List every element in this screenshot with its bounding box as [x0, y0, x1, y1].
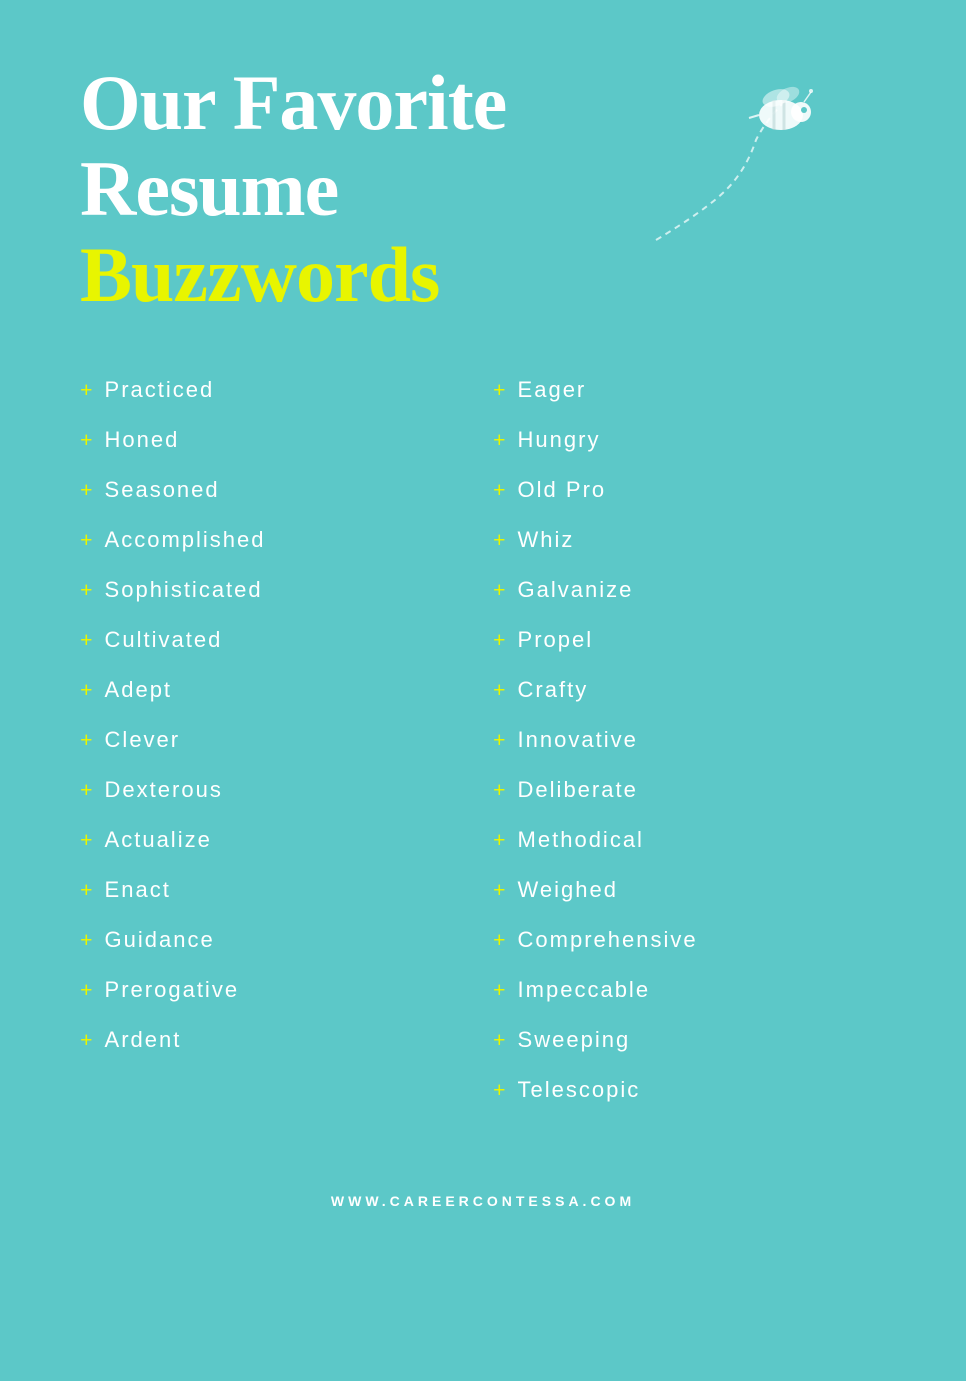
- word-label: Crafty: [518, 677, 589, 703]
- list-item: + Old Pro: [493, 467, 886, 513]
- list-item: + Impeccable: [493, 967, 886, 1013]
- word-label: Clever: [105, 727, 181, 753]
- list-item: + Crafty: [493, 667, 886, 713]
- word-label: Methodical: [518, 827, 644, 853]
- plus-icon: +: [493, 679, 506, 701]
- word-label: Practiced: [105, 377, 215, 403]
- plus-icon: +: [80, 679, 93, 701]
- plus-icon: +: [493, 629, 506, 651]
- word-label: Impeccable: [518, 977, 651, 1003]
- word-label: Seasoned: [105, 477, 220, 503]
- list-item: + Hungry: [493, 417, 886, 463]
- list-item: + Eager: [493, 367, 886, 413]
- list-item: + Adept: [80, 667, 473, 713]
- list-item: + Galvanize: [493, 567, 886, 613]
- header: Our Favorite Resume Buzzwords: [80, 60, 886, 317]
- list-item: + Prerogative: [80, 967, 473, 1013]
- plus-icon: +: [493, 929, 506, 951]
- plus-icon: +: [493, 479, 506, 501]
- list-item: + Practiced: [80, 367, 473, 413]
- list-item: + Sophisticated: [80, 567, 473, 613]
- page: Our Favorite Resume Buzzwords: [0, 0, 966, 1381]
- plus-icon: +: [493, 379, 506, 401]
- footer: WWW.CAREERCONTESSA.COM: [80, 1173, 886, 1211]
- footer-url: WWW.CAREERCONTESSA.COM: [331, 1193, 635, 1209]
- plus-icon: +: [80, 479, 93, 501]
- list-item: + Cultivated: [80, 617, 473, 663]
- bee-decoration: [626, 70, 826, 270]
- word-label: Cultivated: [105, 627, 223, 653]
- plus-icon: +: [80, 379, 93, 401]
- word-label: Whiz: [518, 527, 575, 553]
- word-label: Guidance: [105, 927, 215, 953]
- word-label: Galvanize: [518, 577, 634, 603]
- list-item: + Accomplished: [80, 517, 473, 563]
- list-item: + Ardent: [80, 1017, 473, 1063]
- word-label: Ardent: [105, 1027, 182, 1053]
- word-label: Eager: [518, 377, 587, 403]
- list-item: + Telescopic: [493, 1067, 886, 1113]
- plus-icon: +: [493, 529, 506, 551]
- list-item: + Methodical: [493, 817, 886, 863]
- word-label: Telescopic: [518, 1077, 641, 1103]
- list-item: + Comprehensive: [493, 917, 886, 963]
- word-label: Hungry: [518, 427, 601, 453]
- word-label: Honed: [105, 427, 180, 453]
- word-label: Weighed: [518, 877, 618, 903]
- word-label: Accomplished: [105, 527, 266, 553]
- list-item: + Seasoned: [80, 467, 473, 513]
- plus-icon: +: [80, 879, 93, 901]
- word-label: Sweeping: [518, 1027, 631, 1053]
- plus-icon: +: [80, 979, 93, 1001]
- plus-icon: +: [80, 629, 93, 651]
- word-label: Prerogative: [105, 977, 240, 1003]
- list-item: + Actualize: [80, 817, 473, 863]
- plus-icon: +: [80, 529, 93, 551]
- title-line3: Buzzwords: [80, 232, 439, 318]
- list-item: + Propel: [493, 617, 886, 663]
- list-item: + Sweeping: [493, 1017, 886, 1063]
- word-label: Adept: [105, 677, 173, 703]
- word-label: Innovative: [518, 727, 638, 753]
- plus-icon: +: [493, 979, 506, 1001]
- plus-icon: +: [80, 429, 93, 451]
- list-item: + Deliberate: [493, 767, 886, 813]
- plus-icon: +: [493, 429, 506, 451]
- list-item: + Dexterous: [80, 767, 473, 813]
- plus-icon: +: [80, 929, 93, 951]
- right-column: + Eager + Hungry + Old Pro + Whiz + Galv…: [493, 367, 886, 1113]
- word-label: Deliberate: [518, 777, 638, 803]
- list-item: + Clever: [80, 717, 473, 763]
- plus-icon: +: [493, 779, 506, 801]
- word-label: Propel: [518, 627, 594, 653]
- plus-icon: +: [493, 1079, 506, 1101]
- list-item: + Guidance: [80, 917, 473, 963]
- word-label: Enact: [105, 877, 171, 903]
- word-label: Actualize: [105, 827, 212, 853]
- plus-icon: +: [493, 579, 506, 601]
- plus-icon: +: [493, 1029, 506, 1051]
- plus-icon: +: [80, 779, 93, 801]
- plus-icon: +: [80, 729, 93, 751]
- list-item: + Honed: [80, 417, 473, 463]
- plus-icon: +: [80, 829, 93, 851]
- plus-icon: +: [80, 579, 93, 601]
- plus-icon: +: [493, 879, 506, 901]
- word-label: Dexterous: [105, 777, 223, 803]
- word-label: Comprehensive: [518, 927, 698, 953]
- word-label: Old Pro: [518, 477, 607, 503]
- list-item: + Whiz: [493, 517, 886, 563]
- word-columns: + Practiced + Honed + Seasoned + Accompl…: [80, 367, 886, 1113]
- plus-icon: +: [493, 729, 506, 751]
- plus-icon: +: [80, 1029, 93, 1051]
- left-column: + Practiced + Honed + Seasoned + Accompl…: [80, 367, 473, 1113]
- list-item: + Weighed: [493, 867, 886, 913]
- list-item: + Innovative: [493, 717, 886, 763]
- list-item: + Enact: [80, 867, 473, 913]
- plus-icon: +: [493, 829, 506, 851]
- word-label: Sophisticated: [105, 577, 263, 603]
